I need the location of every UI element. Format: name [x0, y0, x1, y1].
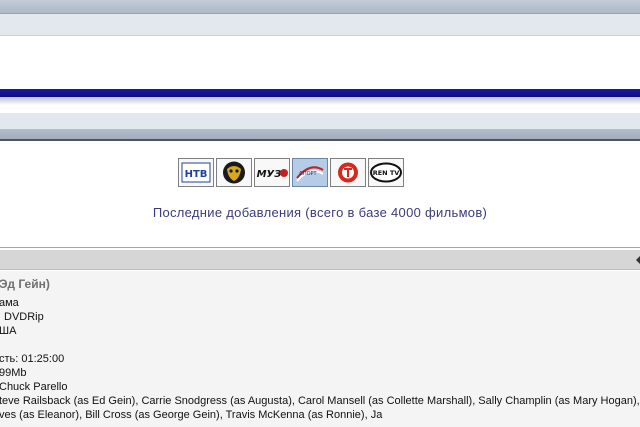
channel-ntv-link[interactable]: НТВ [178, 158, 214, 187]
movie-director: Chuck Parello [0, 381, 68, 393]
sport-logo-icon: СПОРТ [296, 166, 324, 182]
channel-tv3-link[interactable] [216, 158, 252, 187]
movie-country: ША [0, 325, 17, 337]
movie-genre: ама [0, 297, 19, 309]
movie-quality: DVDRip [4, 311, 44, 323]
ren-tv-logo-icon: REN TV [370, 162, 402, 183]
ntv-logo-text: НТВ [185, 169, 208, 180]
ntv-logo-icon: НТВ [181, 162, 211, 183]
sport-logo-text: СПОРТ [299, 171, 317, 177]
movie-cast-line-1: teve Railsback (as Ed Gein), Carrie Snod… [0, 395, 640, 407]
content-divider [0, 247, 640, 248]
collapse-arrow-icon[interactable] [636, 256, 640, 264]
muz-tv-logo-icon: МУЗ [257, 169, 288, 180]
channel-muz-link[interactable]: МУЗ [254, 158, 290, 187]
top-strip [0, 0, 640, 14]
channel-tnt-link[interactable] [330, 158, 366, 187]
movie-header-bar [0, 250, 640, 270]
channel-ren-link[interactable]: REN TV [368, 158, 404, 187]
channel-logos: НТВ МУЗ СПОРТ REN TV [178, 158, 404, 187]
header-shadow [0, 97, 640, 105]
movie-details: Эд Гейн) ама DVDRip ША сть: 01:25:00 99M… [0, 271, 640, 427]
muz-logo-text: МУЗ [257, 169, 282, 180]
channel-sport-link[interactable]: СПОРТ [292, 158, 328, 187]
recent-additions-title: Последние добавления (всего в базе 4000 … [152, 205, 488, 220]
mask-logo-icon [223, 161, 245, 184]
movie-size: 99Mb [0, 367, 27, 379]
header-area [0, 37, 640, 89]
movie-duration: сть: 01:25:00 [0, 353, 65, 365]
movie-title-link[interactable]: Эд Гейн) [0, 277, 50, 291]
nav-bar [0, 113, 640, 129]
movie-cast-line-2: ves (as Eleanor), Bill Cross (as George … [0, 409, 383, 421]
nav-divider [0, 139, 640, 141]
header-blue-line [0, 89, 640, 97]
tnt-logo-icon [338, 162, 358, 183]
top-bar [0, 14, 640, 36]
ren-logo-text: REN TV [373, 169, 400, 177]
nav-strip [0, 129, 640, 139]
